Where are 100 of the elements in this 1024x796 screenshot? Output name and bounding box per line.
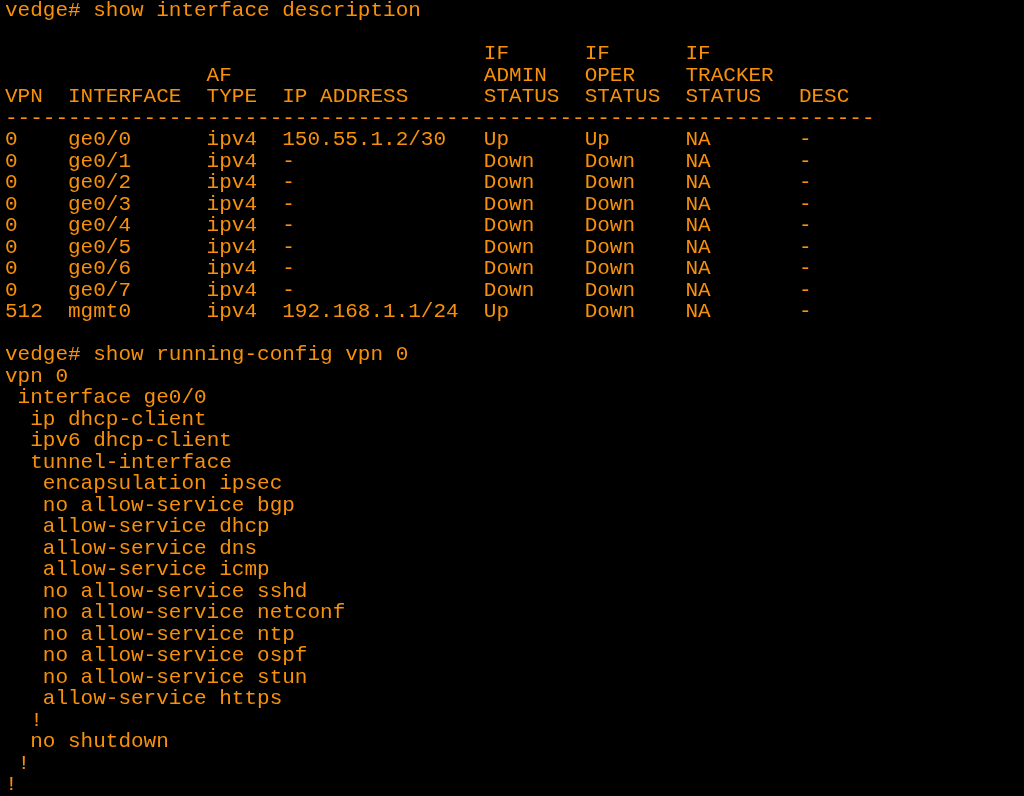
table-cell: Up: [483, 129, 510, 151]
table-cell: 0: [5, 215, 18, 237]
column-header: VPN: [5, 86, 44, 108]
table-cell: 0: [5, 236, 18, 258]
config-line: no allow-service ospf: [41, 645, 308, 667]
column-header: IF OPER STATUS: [584, 43, 662, 108]
table-cell: 0: [5, 193, 18, 215]
table-cell: ge0/4: [68, 215, 131, 237]
config-line: no allow-service ntp: [41, 623, 295, 645]
table-cell: -: [282, 258, 295, 280]
table-cell: NA: [685, 215, 711, 237]
table-cell: Down: [483, 258, 535, 280]
table-cell: Down: [584, 258, 636, 280]
config-line: tunnel-interface: [29, 451, 232, 473]
column-header: IF TRACKER STATUS: [685, 43, 775, 108]
table-cell: Down: [483, 236, 535, 258]
table-cell: NA: [685, 258, 711, 280]
command-line: vedge# show interface description: [5, 0, 421, 22]
config-line: allow-service icmp: [41, 559, 270, 581]
table-cell: 192.168.1.1/24: [282, 301, 459, 323]
table-cell: Down: [584, 236, 636, 258]
table-cell: -: [798, 215, 812, 237]
table-cell: NA: [685, 172, 711, 194]
table-cell: -: [798, 301, 812, 323]
table-cell: ge0/7: [68, 279, 131, 301]
table-cell: ge0/2: [68, 172, 131, 194]
table-cell: Down: [483, 279, 535, 301]
table-cell: ipv4: [206, 258, 258, 280]
config-line: allow-service dhcp: [41, 516, 270, 538]
table-cell: 0: [5, 150, 18, 172]
table-cell: ipv4: [206, 150, 258, 172]
table-cell: Up: [584, 129, 610, 151]
config-line: allow-service dns: [41, 537, 258, 559]
table-cell: -: [282, 150, 295, 172]
table-cell: ge0/3: [68, 193, 131, 215]
column-header: INTERFACE: [68, 86, 183, 108]
table-cell: ipv4: [206, 129, 258, 151]
table-cell: ipv4: [206, 279, 258, 301]
table-cell: 0: [5, 258, 18, 280]
config-line: no allow-service netconf: [41, 602, 346, 624]
table-cell: 512: [5, 301, 43, 323]
command-line: vedge# show running-config vpn 0: [5, 344, 409, 366]
config-line: ip dhcp-client: [29, 408, 207, 430]
column-header: IF ADMIN STATUS: [483, 43, 561, 108]
table-cell: NA: [685, 279, 711, 301]
table-cell: Down: [584, 150, 636, 172]
table-cell: NA: [685, 129, 711, 151]
config-line: !: [5, 774, 18, 796]
column-header: DESC: [798, 86, 851, 108]
table-cell: ge0/5: [68, 236, 131, 258]
config-line: no allow-service bgp: [41, 494, 295, 516]
config-line: no shutdown: [29, 731, 169, 753]
table-cell: -: [282, 215, 295, 237]
table-cell: mgmt0: [68, 301, 131, 323]
config-line: !: [29, 709, 43, 731]
column-header: AF TYPE: [206, 64, 259, 108]
config-line: no allow-service stun: [41, 666, 308, 688]
table-cell: ge0/1: [68, 150, 131, 172]
table-cell: -: [282, 236, 295, 258]
table-cell: Down: [584, 215, 636, 237]
table-cell: Down: [483, 193, 535, 215]
table-cell: Down: [584, 301, 636, 323]
table-cell: -: [798, 258, 812, 280]
table-cell: NA: [685, 193, 711, 215]
table-cell: ipv4: [206, 236, 258, 258]
config-line: no allow-service sshd: [41, 580, 308, 602]
config-line: !: [16, 752, 31, 774]
table-cell: ge0/0: [68, 129, 131, 151]
config-line: vpn 0: [5, 365, 68, 387]
table-cell: -: [798, 150, 812, 172]
config-line: allow-service https: [41, 688, 283, 710]
table-cell: -: [798, 236, 812, 258]
table-cell: 0: [5, 172, 18, 194]
table-cell: Down: [584, 172, 636, 194]
table-cell: ipv4: [206, 172, 258, 194]
table-cell: ge0/6: [68, 258, 131, 280]
config-line: interface ge0/0: [16, 387, 207, 409]
table-cell: -: [798, 129, 812, 151]
table-cell: -: [282, 193, 295, 215]
separator-line: ---------------------------------------------------------------------: [5, 107, 875, 129]
table-cell: Down: [483, 215, 535, 237]
table-cell: NA: [685, 301, 711, 323]
table-cell: Down: [483, 150, 535, 172]
table-cell: NA: [685, 236, 711, 258]
table-cell: -: [282, 279, 295, 301]
table-cell: -: [798, 279, 812, 301]
table-cell: Down: [483, 172, 535, 194]
table-cell: NA: [685, 150, 711, 172]
config-line: ipv6 dhcp-client: [29, 430, 232, 452]
table-cell: Down: [584, 279, 636, 301]
table-cell: ipv4: [206, 215, 258, 237]
table-cell: ipv4: [206, 193, 258, 215]
table-cell: Up: [483, 301, 510, 323]
table-cell: 0: [5, 279, 18, 301]
column-header: IP ADDRESS: [282, 86, 410, 108]
table-cell: 0: [5, 129, 18, 151]
table-cell: Down: [584, 193, 636, 215]
table-cell: ipv4: [206, 301, 258, 323]
table-cell: 150.55.1.2/30: [282, 129, 447, 151]
config-line: encapsulation ipsec: [41, 473, 283, 495]
